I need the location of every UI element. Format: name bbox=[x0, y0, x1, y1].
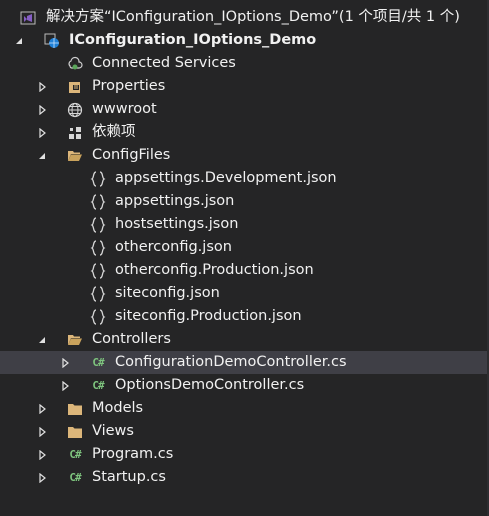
csharp-file-icon: C# bbox=[69, 448, 81, 461]
collapsed-arrow-icon[interactable] bbox=[35, 448, 49, 462]
tree-item-json-file[interactable]: appsettings.Development.json bbox=[0, 167, 487, 190]
expanded-arrow-icon[interactable] bbox=[12, 34, 26, 48]
tree-item-label: hostsettings.json bbox=[115, 216, 239, 232]
tree-item-label: wwwroot bbox=[92, 101, 157, 117]
expanded-arrow-icon[interactable] bbox=[35, 333, 49, 347]
collapsed-arrow-icon[interactable] bbox=[35, 425, 49, 439]
json-file-icon bbox=[90, 262, 106, 279]
json-file-icon bbox=[90, 216, 106, 233]
csharp-file-icon: C# bbox=[92, 379, 104, 392]
tree-item-models[interactable]: Models bbox=[0, 397, 487, 420]
tree-item-optionsdemocontroller[interactable]: C# OptionsDemoController.cs bbox=[0, 374, 487, 397]
properties-icon bbox=[67, 79, 83, 95]
tree-item-label: ConfigurationDemoController.cs bbox=[115, 354, 347, 370]
collapsed-arrow-icon[interactable] bbox=[58, 379, 72, 393]
collapsed-arrow-icon[interactable] bbox=[35, 402, 49, 416]
json-file-icon bbox=[90, 308, 106, 325]
project-label: IConfiguration_IOptions_Demo bbox=[69, 32, 317, 48]
tree-item-label: Views bbox=[92, 423, 134, 439]
collapsed-arrow-icon[interactable] bbox=[35, 103, 49, 117]
globe-icon bbox=[67, 102, 83, 118]
tree-item-dependencies[interactable]: 依赖项 bbox=[0, 121, 487, 144]
collapsed-arrow-icon[interactable] bbox=[58, 356, 72, 370]
folder-icon bbox=[67, 424, 83, 440]
solution-label: 解决方案“IConfiguration_IOptions_Demo”(1 个项目… bbox=[46, 9, 460, 25]
solution-node[interactable]: 解决方案“IConfiguration_IOptions_Demo”(1 个项目… bbox=[0, 6, 487, 29]
tree-item-label: Program.cs bbox=[92, 446, 174, 462]
tree-item-startup[interactable]: C# Startup.cs bbox=[0, 466, 487, 489]
tree-item-json-file[interactable]: siteconfig.json bbox=[0, 282, 487, 305]
tree-item-label: otherconfig.Production.json bbox=[115, 262, 314, 278]
csharp-file-icon: C# bbox=[92, 356, 104, 369]
project-node[interactable]: IConfiguration_IOptions_Demo bbox=[0, 29, 487, 52]
tree-item-label: ConfigFiles bbox=[92, 147, 171, 163]
tree-item-label: Properties bbox=[92, 78, 166, 94]
tree-item-label: Startup.cs bbox=[92, 469, 166, 485]
tree-item-label: siteconfig.json bbox=[115, 285, 220, 301]
tree-item-label: siteconfig.Production.json bbox=[115, 308, 302, 324]
tree-item-json-file[interactable]: appsettings.json bbox=[0, 190, 487, 213]
dependencies-icon bbox=[67, 125, 83, 141]
tree-item-controllers[interactable]: Controllers bbox=[0, 328, 487, 351]
tree-item-label: Connected Services bbox=[92, 55, 236, 71]
tree-item-json-file[interactable]: siteconfig.Production.json bbox=[0, 305, 487, 328]
json-file-icon bbox=[90, 170, 106, 187]
tree-item-json-file[interactable]: otherconfig.Production.json bbox=[0, 259, 487, 282]
folder-icon bbox=[67, 401, 83, 417]
tree-item-properties[interactable]: Properties bbox=[0, 75, 487, 98]
tree-item-label: Models bbox=[92, 400, 144, 416]
json-file-icon bbox=[90, 193, 106, 210]
tree-item-configfiles[interactable]: ConfigFiles bbox=[0, 144, 487, 167]
vs-solution-icon bbox=[20, 10, 36, 26]
tree-item-views[interactable]: Views bbox=[0, 420, 487, 443]
tree-item-label: Controllers bbox=[92, 331, 171, 347]
tree-item-json-file[interactable]: otherconfig.json bbox=[0, 236, 487, 259]
tree-item-label: 依赖项 bbox=[92, 124, 136, 140]
json-file-icon bbox=[90, 239, 106, 256]
tree-item-json-file[interactable]: hostsettings.json bbox=[0, 213, 487, 236]
tree-item-wwwroot[interactable]: wwwroot bbox=[0, 98, 487, 121]
solution-explorer-tree: 解决方案“IConfiguration_IOptions_Demo”(1 个项目… bbox=[0, 0, 489, 516]
csharp-file-icon: C# bbox=[69, 471, 81, 484]
tree-item-label: appsettings.json bbox=[115, 193, 235, 209]
tree-item-program[interactable]: C# Program.cs bbox=[0, 443, 487, 466]
collapsed-arrow-icon[interactable] bbox=[35, 471, 49, 485]
tree-item-connected-services[interactable]: Connected Services bbox=[0, 52, 487, 75]
collapsed-arrow-icon[interactable] bbox=[35, 126, 49, 140]
expanded-arrow-icon[interactable] bbox=[35, 149, 49, 163]
tree-item-configurationdemocontroller[interactable]: C# ConfigurationDemoController.cs bbox=[0, 351, 487, 374]
tree-item-label: appsettings.Development.json bbox=[115, 170, 337, 186]
tree-item-label: otherconfig.json bbox=[115, 239, 232, 255]
folder-open-icon bbox=[67, 148, 83, 164]
json-file-icon bbox=[90, 285, 106, 302]
connected-services-icon bbox=[67, 56, 83, 72]
web-project-icon bbox=[44, 33, 60, 49]
tree-item-label: OptionsDemoController.cs bbox=[115, 377, 305, 393]
folder-open-icon bbox=[67, 332, 83, 348]
collapsed-arrow-icon[interactable] bbox=[35, 80, 49, 94]
